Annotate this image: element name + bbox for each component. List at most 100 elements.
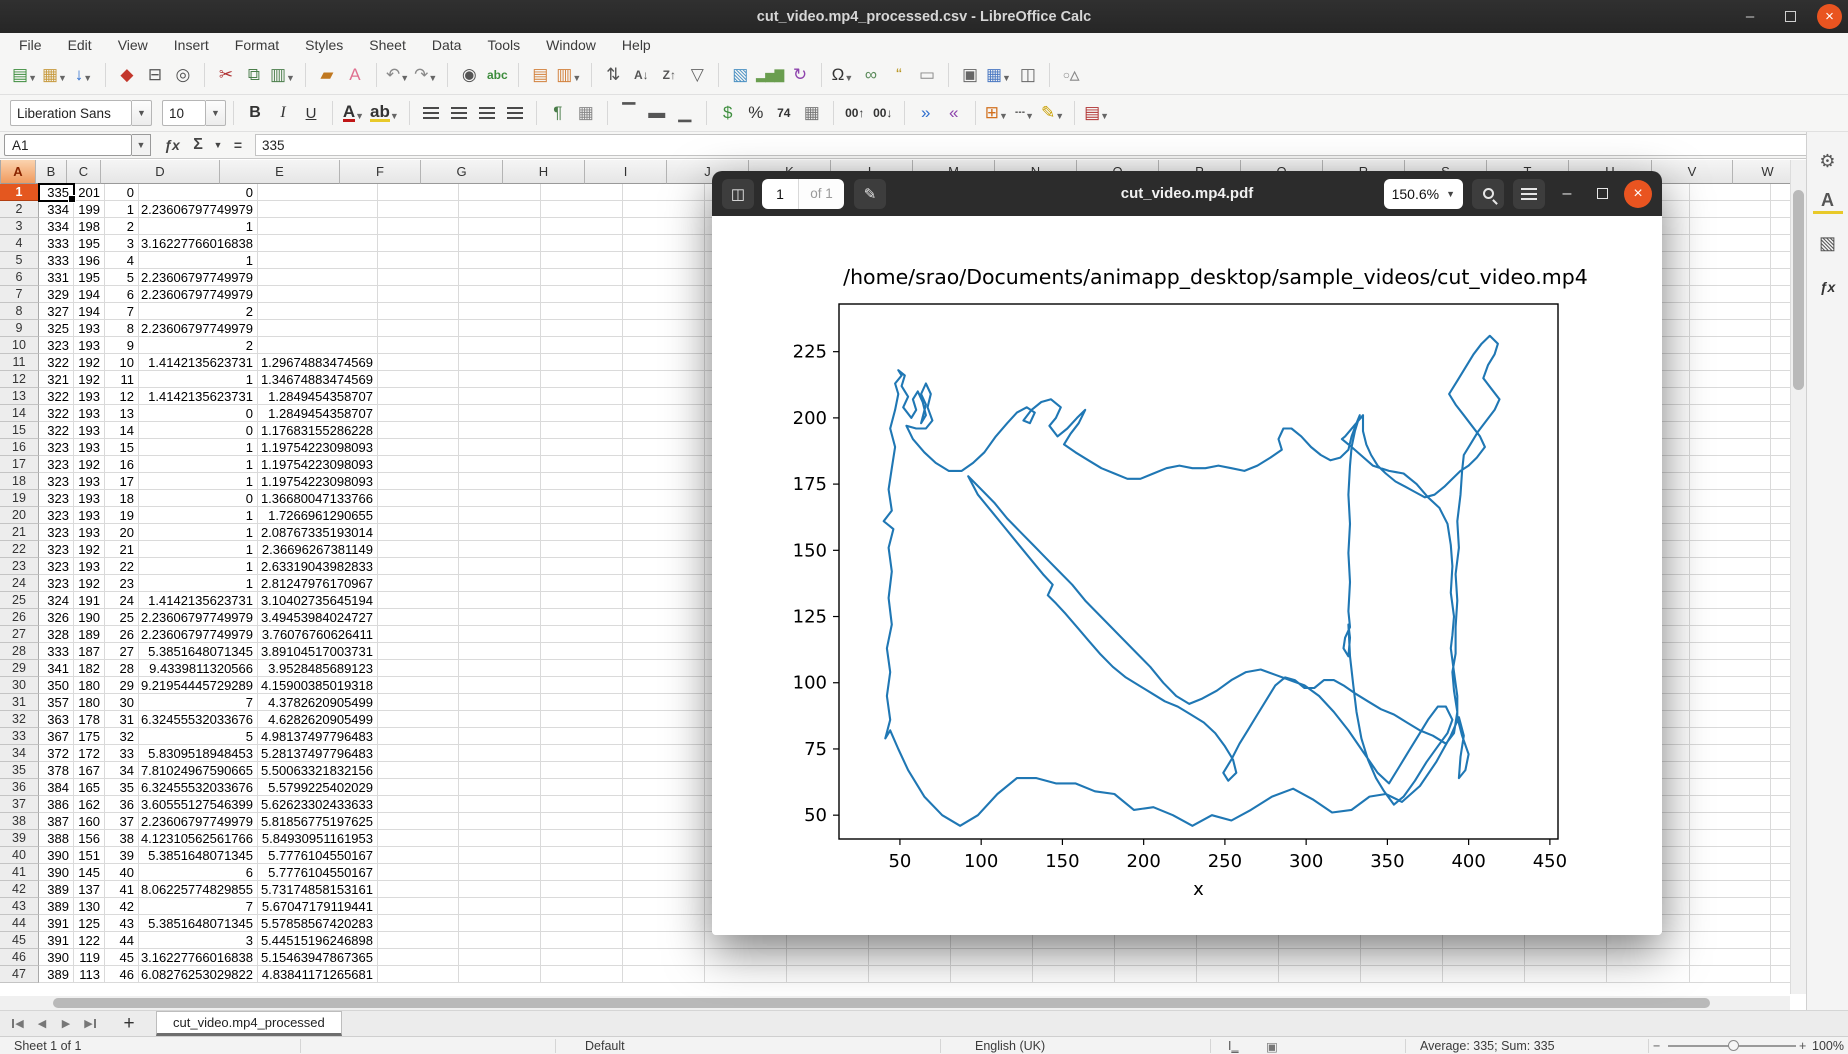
cell-H40[interactable] [541,847,623,864]
cell-H9[interactable] [541,320,623,337]
cell-S46[interactable] [1443,949,1525,966]
cell-G46[interactable] [459,949,541,966]
cell-C46[interactable]: 45 [105,949,139,966]
cell-B4[interactable]: 195 [74,235,105,252]
cell-C38[interactable]: 37 [105,813,139,830]
headers-footers-button[interactable]: ▭ [913,60,941,90]
cell-D10[interactable]: 2 [139,337,258,354]
cell-E33[interactable]: 4.98137497796483 [258,728,378,745]
cell-G26[interactable] [459,609,541,626]
cell-D37[interactable]: 3.60555127546399 [139,796,258,813]
cell-G29[interactable] [459,660,541,677]
chevron-down-icon[interactable]: ▼ [28,73,37,83]
cell-H12[interactable] [541,371,623,388]
gallery-icon[interactable]: ▧ [1813,228,1843,258]
cell-C24[interactable]: 23 [105,575,139,592]
cell-Q47[interactable] [1279,966,1361,983]
cell-H2[interactable] [541,201,623,218]
cell-I39[interactable] [623,830,705,847]
cell-B37[interactable]: 162 [74,796,105,813]
cell-B3[interactable]: 198 [74,218,105,235]
cell-B11[interactable]: 192 [74,354,105,371]
row-header-41[interactable]: 41 [0,864,39,881]
cell-F25[interactable] [378,592,459,609]
cell-D15[interactable]: 0 [139,422,258,439]
row-header-33[interactable]: 33 [0,728,39,745]
cell-V39[interactable] [1690,830,1771,847]
cell-F44[interactable] [378,915,459,932]
chevron-down-icon[interactable]: ▼ [844,73,853,83]
cell-F8[interactable] [378,303,459,320]
row-header-19[interactable]: 19 [0,490,39,507]
cell-A11[interactable]: 322 [39,354,74,371]
cell-F17[interactable] [378,456,459,473]
column-header-E[interactable]: E [220,160,340,184]
row-header-30[interactable]: 30 [0,677,39,694]
cell-B13[interactable]: 193 [74,388,105,405]
sidebar-settings-icon[interactable]: ⚙ [1813,146,1843,176]
cell-V26[interactable] [1690,609,1771,626]
row-header-35[interactable]: 35 [0,762,39,779]
cell-F34[interactable] [378,745,459,762]
menu-styles[interactable]: Styles [292,33,356,56]
cell-C3[interactable]: 2 [105,218,139,235]
cell-F33[interactable] [378,728,459,745]
cell-D38[interactable]: 2.23606797749979 [139,813,258,830]
cell-I12[interactable] [623,371,705,388]
cell-D30[interactable]: 9.21954445729289 [139,677,258,694]
last-sheet-icon[interactable]: ▶ [78,1013,102,1035]
cell-R46[interactable] [1361,949,1443,966]
pivot-table-button[interactable]: ↻ [786,60,814,90]
cell-W41[interactable] [1771,864,1790,881]
cell-B8[interactable]: 194 [74,303,105,320]
row-header-14[interactable]: 14 [0,405,39,422]
cell-V12[interactable] [1690,371,1771,388]
cell-G9[interactable] [459,320,541,337]
cell-V40[interactable] [1690,847,1771,864]
zoom-in-icon[interactable]: + [1799,1037,1806,1054]
menu-window[interactable]: Window [533,33,609,56]
cell-B12[interactable]: 192 [74,371,105,388]
cell-H44[interactable] [541,915,623,932]
cell-C23[interactable]: 22 [105,558,139,575]
cell-V16[interactable] [1690,439,1771,456]
cell-A8[interactable]: 327 [39,303,74,320]
cell-F20[interactable] [378,507,459,524]
cell-V35[interactable] [1690,762,1771,779]
cell-W1[interactable] [1771,184,1790,201]
cell-D1[interactable]: 0 [139,184,258,201]
cell-A21[interactable]: 323 [39,524,74,541]
menu-format[interactable]: Format [222,33,292,56]
equals-icon[interactable]: = [225,134,251,156]
cell-W3[interactable] [1771,218,1790,235]
row-header-31[interactable]: 31 [0,694,39,711]
undo-button[interactable]: ↶ ▼ [384,60,412,90]
sheet-tab[interactable]: cut_video.mp4_processed [156,1011,342,1036]
cell-F31[interactable] [378,694,459,711]
chevron-down-icon[interactable]: ▼ [999,111,1008,121]
percent-format-button[interactable]: % [742,98,770,128]
cell-E8[interactable] [258,303,378,320]
cell-P47[interactable] [1197,966,1279,983]
cell-F41[interactable] [378,864,459,881]
cell-E1[interactable] [258,184,378,201]
cell-A18[interactable]: 323 [39,473,74,490]
currency-format-button[interactable]: $ [714,98,742,128]
cell-A19[interactable]: 323 [39,490,74,507]
cell-W27[interactable] [1771,626,1790,643]
cell-I5[interactable] [623,252,705,269]
cell-B42[interactable]: 137 [74,881,105,898]
cell-G13[interactable] [459,388,541,405]
row-header-12[interactable]: 12 [0,371,39,388]
cell-W21[interactable] [1771,524,1790,541]
cell-S47[interactable] [1443,966,1525,983]
cell-I30[interactable] [623,677,705,694]
center-vertically-button[interactable]: ▬ [643,98,671,128]
menu-sheet[interactable]: Sheet [356,33,419,56]
cell-F46[interactable] [378,949,459,966]
cell-C2[interactable]: 1 [105,201,139,218]
cell-I27[interactable] [623,626,705,643]
insert-row-button[interactable]: ▤ [526,60,554,90]
cell-A5[interactable]: 333 [39,252,74,269]
cell-E18[interactable]: 1.19754223098093 [258,473,378,490]
